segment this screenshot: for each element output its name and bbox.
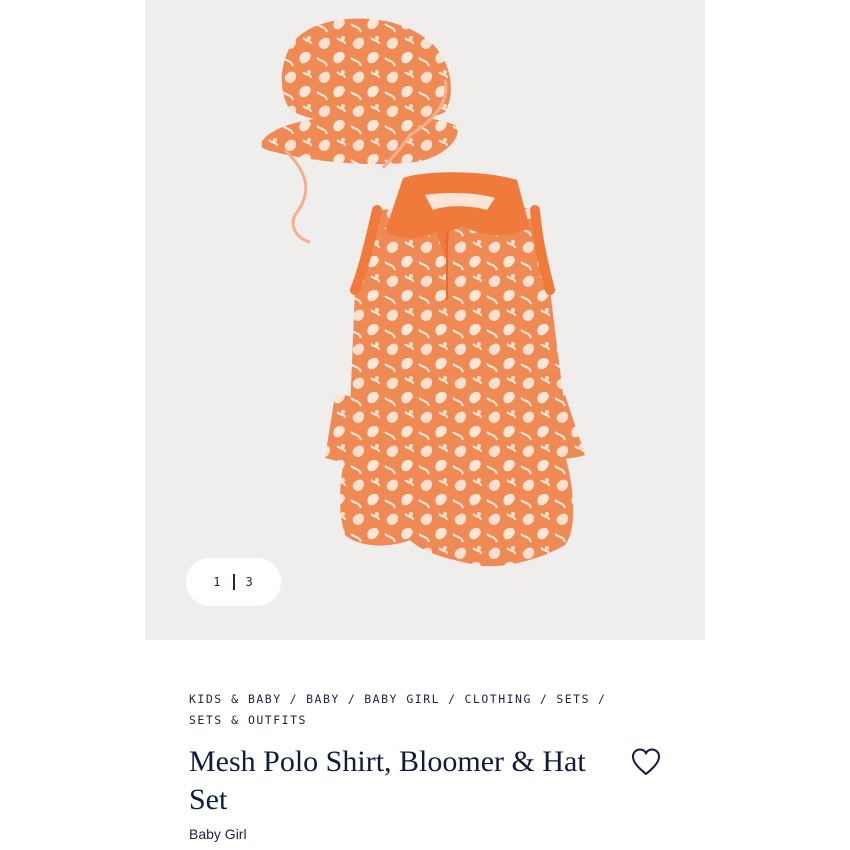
breadcrumb-separator: / bbox=[448, 692, 457, 706]
bloomer bbox=[340, 455, 574, 567]
breadcrumb-separator: / bbox=[598, 692, 607, 706]
pager-total: 3 bbox=[245, 575, 254, 589]
breadcrumb-item-baby-girl[interactable]: BABY GIRL bbox=[364, 692, 440, 706]
image-pager: 1 3 bbox=[186, 558, 281, 606]
pager-divider bbox=[232, 574, 235, 590]
breadcrumb-separator: / bbox=[539, 692, 549, 706]
breadcrumb-item-clothing[interactable]: CLOTHING bbox=[465, 692, 532, 706]
product-image-gallery[interactable]: 1 3 bbox=[145, 0, 705, 640]
breadcrumb-item-sets-outfits[interactable]: SETS & OUTFITS bbox=[189, 713, 307, 727]
breadcrumb-item-baby[interactable]: BABY bbox=[306, 692, 340, 706]
wishlist-button[interactable] bbox=[630, 746, 662, 778]
breadcrumb: KIDS & BABY / BABY / BABY GIRL / CLOTHING / SETS… bbox=[189, 689, 659, 731]
breadcrumb-item-kids-baby[interactable]: KIDS & BABY bbox=[189, 692, 282, 706]
polo-shirt bbox=[325, 172, 585, 464]
pager-current: 1 bbox=[213, 575, 222, 589]
product-subtitle: Baby Girl bbox=[189, 826, 247, 842]
breadcrumb-item-sets[interactable]: SETS bbox=[556, 692, 590, 706]
breadcrumb-separator: / bbox=[347, 692, 357, 706]
breadcrumb-separator: / bbox=[289, 692, 299, 706]
heart-outline-icon bbox=[631, 748, 661, 776]
product-image bbox=[260, 18, 585, 567]
product-title: Mesh Polo Shirt, Bloomer & Hat Set bbox=[189, 745, 586, 816]
